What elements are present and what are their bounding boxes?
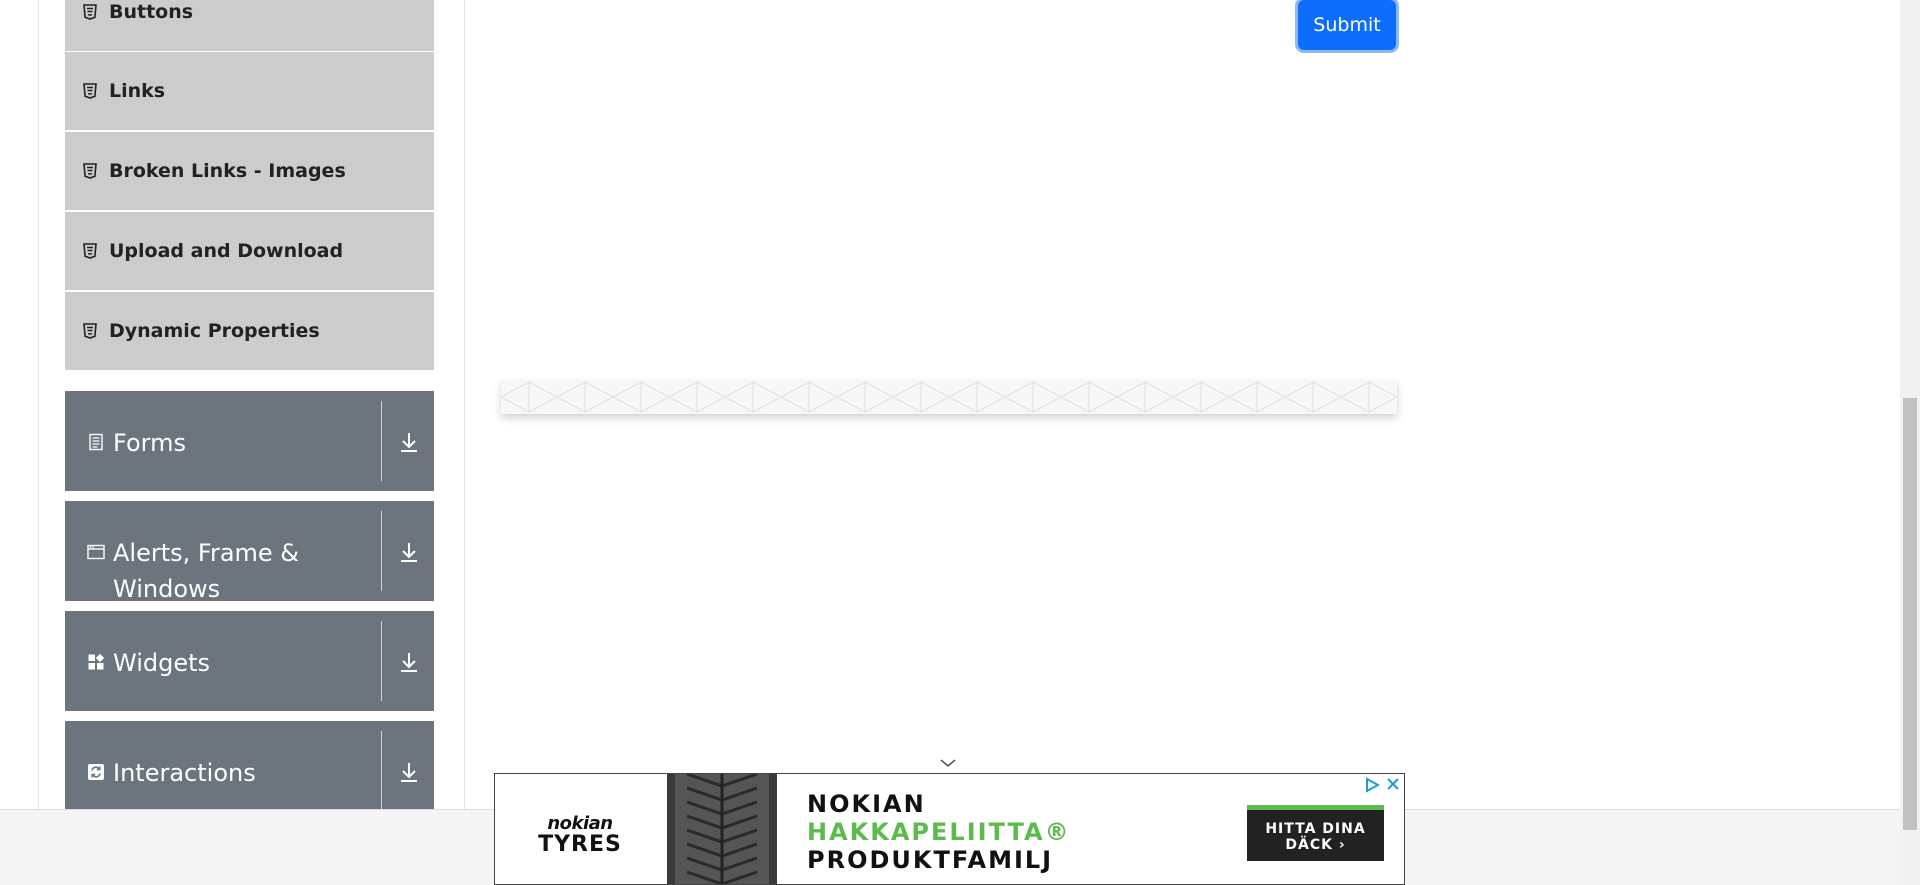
chevron-down-icon[interactable]: [938, 756, 958, 770]
ad-headline: NOKIAN HAKKAPELIITTA® PRODUKTFAMILJ: [807, 790, 1071, 874]
ad-choices-icon[interactable]: [1364, 777, 1380, 793]
ad-headline-line1: NOKIAN: [807, 790, 926, 818]
decorative-banner: [501, 380, 1397, 414]
group-label: Interactions: [113, 759, 256, 787]
left-border: [38, 0, 39, 810]
sidebar-item-label: Buttons: [109, 1, 194, 23]
sidebar-item-label: Links: [109, 80, 166, 102]
sidebar-item-upload-download[interactable]: Upload and Download: [65, 212, 434, 290]
interactions-icon: [88, 764, 104, 780]
group-divider: [381, 401, 382, 481]
download-icon[interactable]: [398, 540, 420, 564]
html5-icon: [83, 4, 97, 20]
sidebar-item-label: Dynamic Properties: [109, 320, 320, 342]
advertisement-banner[interactable]: nokian TYRES NOKIAN HAKKAPELIITTA® PRODU…: [494, 773, 1405, 885]
sidebar-group-interactions[interactable]: Interactions: [65, 721, 434, 809]
group-label: Alerts, Frame & Windows: [113, 539, 300, 601]
html5-icon: [83, 323, 97, 339]
sidebar-item-dynamic-properties[interactable]: Dynamic Properties: [65, 292, 434, 370]
window-icon: [87, 544, 105, 560]
close-icon[interactable]: [1385, 776, 1401, 792]
download-icon[interactable]: [398, 430, 420, 454]
triangle-pattern: [501, 380, 1397, 414]
group-divider: [381, 621, 382, 701]
group-divider: [381, 731, 382, 809]
tire-image: [667, 774, 777, 884]
sidebar-item-buttons[interactable]: Buttons: [65, 0, 434, 51]
submit-button[interactable]: Submit: [1298, 0, 1396, 50]
ad-brand-line2: TYRES: [538, 832, 622, 857]
sidebar-item-broken-links[interactable]: Broken Links - Images: [65, 132, 434, 210]
ad-brand-line1: nokian: [547, 813, 613, 834]
scrollbar-thumb[interactable]: [1903, 398, 1917, 830]
html5-icon: [83, 163, 97, 179]
html5-icon: [83, 243, 97, 259]
sidebar-item-links[interactable]: Links: [65, 52, 434, 130]
sidebar-group-alerts-frame-windows[interactable]: Alerts, Frame & Windows: [65, 501, 434, 601]
sidebar-item-label: Upload and Download: [109, 240, 344, 262]
ad-brand-logo: nokian TYRES: [525, 814, 635, 856]
html5-icon: [83, 83, 97, 99]
ad-headline-line2: HAKKAPELIITTA®: [807, 818, 1071, 846]
sidebar-group-forms[interactable]: Forms: [65, 391, 434, 491]
widgets-icon: [88, 653, 105, 670]
sidebar-group-widgets[interactable]: Widgets: [65, 611, 434, 711]
ad-cta-button[interactable]: HITTA DINA DÄCK ›: [1247, 805, 1384, 861]
download-icon[interactable]: [398, 760, 420, 784]
sidebar-item-label: Broken Links - Images: [109, 160, 346, 182]
group-divider: [381, 511, 382, 591]
sidebar-right-border: [464, 0, 465, 810]
download-icon[interactable]: [398, 650, 420, 674]
ad-headline-line3: PRODUKTFAMILJ: [807, 846, 1054, 874]
group-label: Forms: [113, 429, 186, 457]
form-icon: [89, 433, 103, 451]
group-label: Widgets: [113, 649, 211, 677]
